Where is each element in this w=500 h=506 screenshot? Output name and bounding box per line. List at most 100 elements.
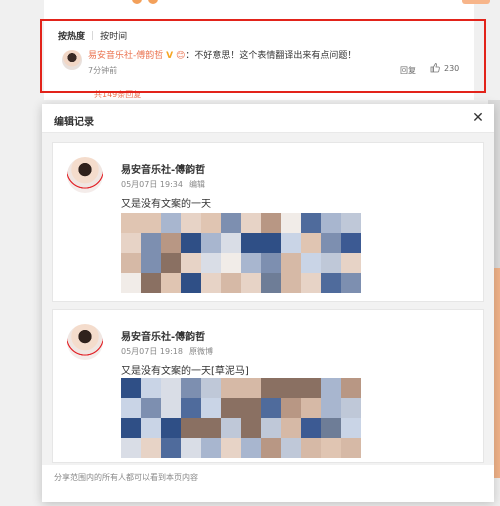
mosaic-pixel bbox=[321, 273, 341, 293]
avatar[interactable] bbox=[67, 157, 103, 193]
mosaic-pixel bbox=[181, 378, 201, 398]
mosaic-pixel bbox=[241, 213, 261, 233]
mosaic-pixel bbox=[341, 418, 361, 438]
mosaic-pixel bbox=[281, 233, 301, 253]
mosaic-pixel bbox=[181, 398, 201, 418]
mosaic-pixel bbox=[321, 233, 341, 253]
mosaic-pixel bbox=[161, 213, 181, 233]
record-tag: 原微博 bbox=[188, 347, 213, 356]
annotation-highlight-box bbox=[40, 19, 486, 93]
mosaic-pixel bbox=[141, 398, 161, 418]
mosaic-pixel bbox=[201, 378, 221, 398]
mosaic-pixel bbox=[221, 273, 241, 293]
mosaic-pixel bbox=[341, 398, 361, 418]
blurred-image[interactable] bbox=[121, 213, 361, 293]
mosaic-pixel bbox=[341, 273, 361, 293]
mosaic-pixel bbox=[201, 213, 221, 233]
mosaic-pixel bbox=[121, 438, 141, 458]
mosaic-pixel bbox=[261, 418, 281, 438]
mosaic-pixel bbox=[221, 233, 241, 253]
record-text: 又是没有文案的一天[草泥马] bbox=[121, 366, 249, 377]
mosaic-pixel bbox=[241, 398, 261, 418]
mosaic-pixel bbox=[341, 253, 361, 273]
mosaic-pixel bbox=[121, 233, 141, 253]
mosaic-pixel bbox=[281, 398, 301, 418]
mosaic-pixel bbox=[321, 213, 341, 233]
mosaic-pixel bbox=[121, 398, 141, 418]
record-time: 05月07日 19:34 bbox=[121, 180, 183, 189]
top-avatars bbox=[132, 0, 172, 4]
mosaic-pixel bbox=[241, 418, 261, 438]
mosaic-pixel bbox=[261, 233, 281, 253]
mosaic-pixel bbox=[341, 438, 361, 458]
mosaic-pixel bbox=[141, 438, 161, 458]
mosaic-pixel bbox=[201, 418, 221, 438]
mosaic-pixel bbox=[281, 213, 301, 233]
mosaic-pixel bbox=[241, 233, 261, 253]
mosaic-pixel bbox=[301, 378, 321, 398]
mosaic-pixel bbox=[221, 398, 241, 418]
mosaic-pixel bbox=[201, 253, 221, 273]
mosaic-pixel bbox=[321, 418, 341, 438]
mosaic-pixel bbox=[141, 253, 161, 273]
mosaic-pixel bbox=[281, 273, 301, 293]
mosaic-pixel bbox=[181, 438, 201, 458]
mosaic-pixel bbox=[181, 418, 201, 438]
record-tag: 编辑 bbox=[188, 180, 205, 189]
record-meta: 05月07日 19:18 原微博 bbox=[121, 346, 213, 357]
mosaic-pixel bbox=[121, 418, 141, 438]
mosaic-pixel bbox=[261, 438, 281, 458]
mosaic-pixel bbox=[281, 438, 301, 458]
mosaic-pixel bbox=[201, 233, 221, 253]
mosaic-pixel bbox=[221, 253, 241, 273]
mosaic-pixel bbox=[301, 418, 321, 438]
mosaic-pixel bbox=[201, 398, 221, 418]
mosaic-pixel bbox=[261, 378, 281, 398]
mosaic-pixel bbox=[141, 418, 161, 438]
avatar[interactable] bbox=[67, 324, 103, 360]
mosaic-pixel bbox=[301, 438, 321, 458]
record-text: 又是没有文案的一天 bbox=[121, 199, 211, 210]
mosaic-pixel bbox=[161, 253, 181, 273]
mosaic-pixel bbox=[181, 253, 201, 273]
top-button[interactable] bbox=[462, 0, 490, 4]
mosaic-pixel bbox=[261, 398, 281, 418]
mosaic-pixel bbox=[161, 398, 181, 418]
edit-record: 易安音乐社-傅韵哲 05月07日 19:34 编辑 又是没有文案的一天 bbox=[52, 142, 484, 302]
mosaic-pixel bbox=[221, 378, 241, 398]
record-username[interactable]: 易安音乐社-傅韵哲 bbox=[121, 328, 205, 343]
mosaic-pixel bbox=[121, 273, 141, 293]
mosaic-pixel bbox=[301, 253, 321, 273]
dialog-body[interactable]: 易安音乐社-傅韵哲 05月07日 19:34 编辑 又是没有文案的一天 易安音乐社… bbox=[42, 133, 494, 465]
close-icon[interactable]: ✕ bbox=[470, 110, 486, 126]
mosaic-pixel bbox=[141, 378, 161, 398]
mosaic-pixel bbox=[121, 378, 141, 398]
mosaic-pixel bbox=[261, 273, 281, 293]
mosaic-pixel bbox=[261, 213, 281, 233]
mosaic-pixel bbox=[321, 398, 341, 418]
mosaic-pixel bbox=[121, 253, 141, 273]
mosaic-pixel bbox=[181, 273, 201, 293]
mosaic-pixel bbox=[301, 233, 321, 253]
mosaic-pixel bbox=[301, 273, 321, 293]
mosaic-pixel bbox=[241, 378, 261, 398]
mosaic-pixel bbox=[341, 378, 361, 398]
mosaic-pixel bbox=[281, 418, 301, 438]
mosaic-pixel bbox=[241, 273, 261, 293]
dialog-title: 编辑记录 bbox=[54, 117, 94, 128]
mosaic-pixel bbox=[221, 213, 241, 233]
mosaic-pixel bbox=[261, 253, 281, 273]
mosaic-pixel bbox=[241, 438, 261, 458]
mosaic-pixel bbox=[141, 233, 161, 253]
mosaic-pixel bbox=[221, 418, 241, 438]
blurred-image[interactable] bbox=[121, 378, 361, 458]
mosaic-pixel bbox=[341, 233, 361, 253]
dialog-footer-note: 分享范围内的所有人都可以看到本页内容 bbox=[54, 473, 198, 482]
record-time: 05月07日 19:18 bbox=[121, 347, 183, 356]
mosaic-pixel bbox=[301, 213, 321, 233]
record-username[interactable]: 易安音乐社-傅韵哲 bbox=[121, 161, 205, 176]
mosaic-pixel bbox=[141, 213, 161, 233]
mosaic-pixel bbox=[241, 253, 261, 273]
mosaic-pixel bbox=[281, 378, 301, 398]
mosaic-pixel bbox=[321, 438, 341, 458]
